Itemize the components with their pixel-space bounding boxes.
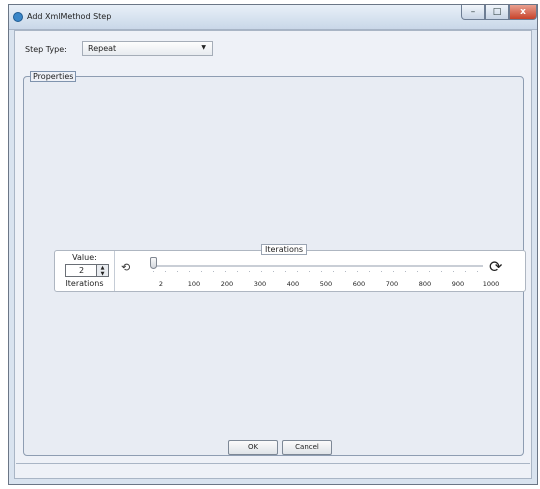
iterations-unit-label: Iterations [65, 279, 104, 288]
slider-tick-label: 2 [158, 280, 164, 288]
maximize-button[interactable]: □ [485, 5, 509, 20]
slider-thumb[interactable] [150, 257, 157, 269]
step-type-value: Repeat [88, 44, 117, 53]
slider-title: Iterations [261, 244, 308, 255]
iterations-spinner[interactable]: 2 ▲ ▼ [65, 264, 109, 277]
slider-tick-label: 800 [418, 280, 432, 288]
slider-track[interactable] [153, 265, 483, 267]
slider-tick-label: 700 [385, 280, 399, 288]
step-type-label: Step Type: [25, 45, 67, 54]
properties-title: Properties [30, 71, 77, 82]
slider-tick-label: 100 [187, 280, 201, 288]
chevron-down-icon: ▼ [201, 44, 206, 51]
slider-tick-label: 500 [319, 280, 333, 288]
slider-tick-label: 200 [220, 280, 234, 288]
dialog-window: Add XmlMethod Step – □ x Step Type: Repe… [8, 4, 538, 485]
value-label: Value: [72, 253, 97, 262]
button-bar [16, 463, 530, 478]
slider-tick-label: 300 [253, 280, 267, 288]
minimize-button[interactable]: – [461, 5, 485, 20]
slider-tick-label: 600 [352, 280, 366, 288]
sync-icon[interactable]: ⟳ [489, 259, 502, 275]
step-type-select[interactable]: Repeat ▼ [82, 41, 213, 56]
spinner-value: 2 [78, 266, 85, 275]
close-button[interactable]: x [509, 5, 537, 20]
slider-dots [153, 271, 483, 272]
value-cell: Value: 2 ▲ ▼ Iterations [55, 251, 115, 291]
dialog-content: Step Type: Repeat ▼ Properties Value: 2 … [14, 30, 532, 479]
spinner-down-icon[interactable]: ▼ [101, 271, 105, 277]
reset-icon[interactable]: ⟲ [121, 262, 130, 273]
cancel-button[interactable]: Cancel [282, 440, 332, 455]
spinner-arrows[interactable]: ▲ ▼ [96, 265, 108, 277]
app-icon [13, 12, 23, 22]
iterations-panel: Value: 2 ▲ ▼ Iterations Iterations ⟲ 2 10… [54, 244, 526, 292]
slider-tick-label: 400 [286, 280, 300, 288]
slider-tick-label: 1000 [482, 280, 500, 288]
ok-button[interactable]: OK [228, 440, 278, 455]
window-title: Add XmlMethod Step [27, 12, 112, 21]
slider-tick-label: 900 [451, 280, 465, 288]
title-bar[interactable]: Add XmlMethod Step – □ x [9, 5, 537, 30]
